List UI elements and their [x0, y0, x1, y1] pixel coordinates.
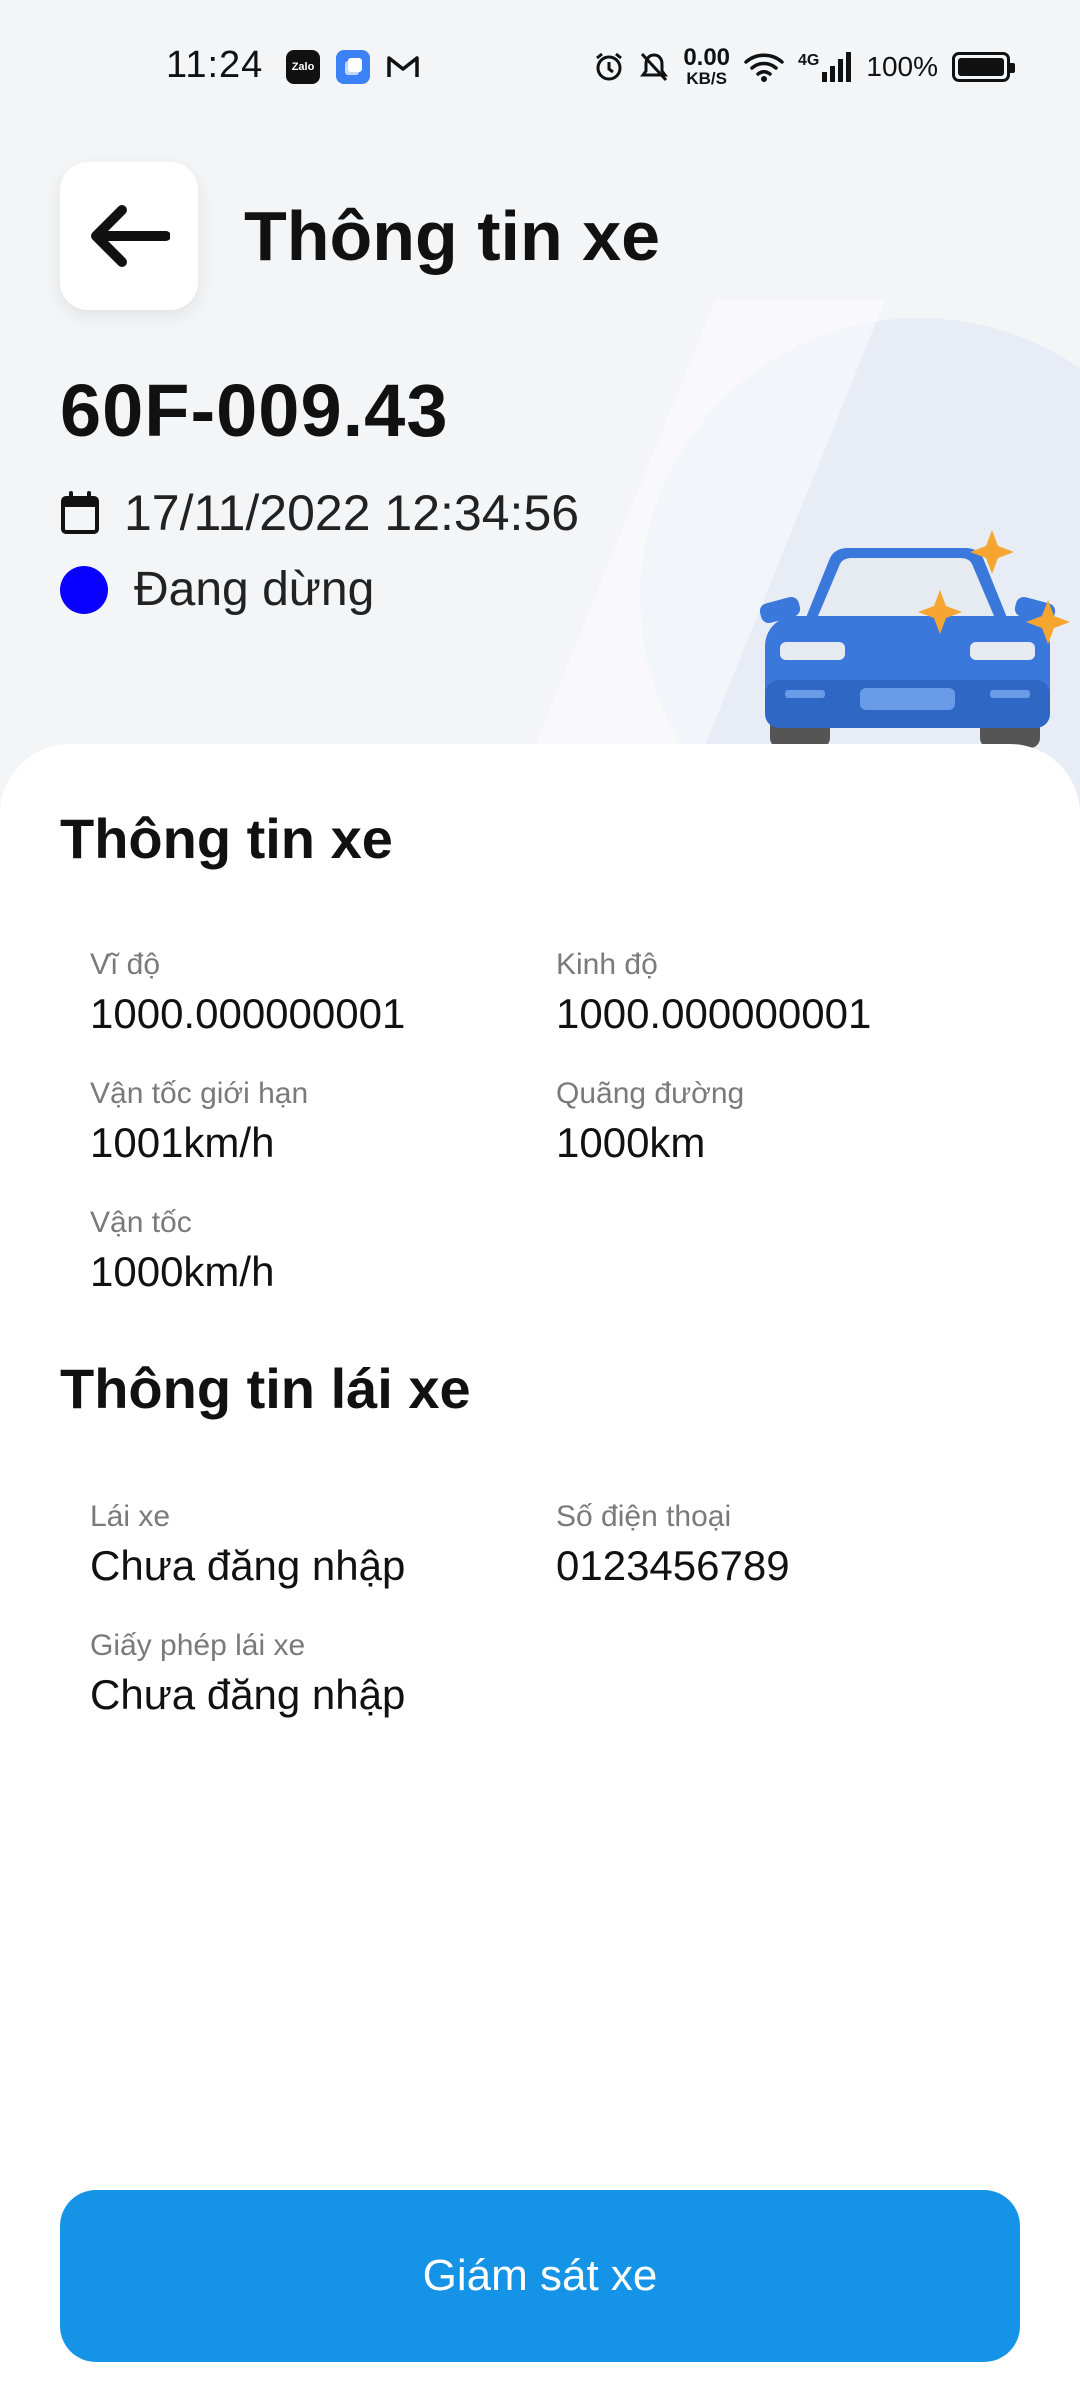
- license-field: Giấy phép lái xe Chưa đăng nhập: [90, 1629, 405, 1719]
- notification-icons: Zalo: [286, 50, 420, 84]
- driver-label: Lái xe: [90, 1500, 171, 1533]
- cellular-signal: 4G: [798, 51, 852, 82]
- back-button[interactable]: [60, 162, 198, 310]
- calendar-icon: [61, 491, 99, 534]
- distance-label: Quãng đường: [556, 1077, 745, 1110]
- network-type: 4G: [798, 51, 820, 69]
- status-dot: [60, 565, 108, 614]
- vehicle-info-title: Thông tin xe: [60, 807, 393, 870]
- battery-percent: 100%: [866, 50, 938, 82]
- signal-bars-icon: [822, 51, 852, 82]
- vehicle-status-row: Đang dừng: [60, 562, 374, 617]
- datetime-row: 17/11/2022 12:34:56: [60, 484, 579, 542]
- vehicle-status: Đang dừng: [134, 563, 375, 616]
- vehicle-info-screen: 11:24 Zalo 0.00 KB/S 4G 100% Thông tin x…: [0, 0, 1080, 2400]
- license-plate: 60F-009.43: [60, 369, 449, 452]
- license-label: Giấy phép lái xe: [90, 1629, 306, 1662]
- status-bar: 11:24 Zalo 0.00 KB/S 4G 100%: [0, 0, 1080, 130]
- longitude-value: 1000.000000001: [556, 990, 872, 1037]
- page-title: Thông tin xe: [244, 197, 661, 275]
- speed-label: Vận tốc: [90, 1206, 192, 1239]
- speed-limit-value: 1001km/h: [90, 1119, 275, 1166]
- speed-field: Vận tốc 1000km/h: [90, 1206, 274, 1296]
- network-speed: 0.00 KB/S: [683, 44, 731, 88]
- speed-value: 1000km/h: [90, 1248, 275, 1295]
- arrow-left-icon: [91, 205, 170, 267]
- distance-value: 1000km: [556, 1119, 706, 1166]
- zalo-icon: Zalo: [286, 50, 320, 84]
- details-sheet: Thông tin xe Vĩ độ 1000.000000001 Kinh đ…: [0, 744, 1080, 2400]
- longitude-label: Kinh độ: [556, 948, 658, 981]
- speed-limit-label: Vận tốc giới hạn: [90, 1077, 309, 1110]
- phone-label: Số điện thoại: [556, 1500, 732, 1533]
- monitor-vehicle-button[interactable]: Giám sát xe: [60, 2190, 1020, 2362]
- phone-value: 0123456789: [556, 1542, 790, 1589]
- latitude-value: 1000.000000001: [90, 990, 406, 1037]
- gmail-icon: [386, 50, 420, 84]
- car-illustration: [760, 530, 1070, 748]
- license-value: Chưa đăng nhập: [90, 1671, 406, 1718]
- distance-field: Quãng đường 1000km: [556, 1077, 744, 1167]
- battery-icon: [952, 51, 1015, 82]
- latitude-field: Vĩ độ 1000.000000001: [90, 948, 405, 1038]
- bell-muted-icon: [640, 52, 669, 81]
- driver-value: Chưa đăng nhập: [90, 1542, 406, 1589]
- status-time: 11:24: [166, 44, 264, 86]
- driver-info-title: Thông tin lái xe: [60, 1357, 471, 1420]
- longitude-field: Kinh độ 1000.000000001: [556, 948, 871, 1038]
- speed-limit-field: Vận tốc giới hạn 1001km/h: [90, 1077, 308, 1167]
- driver-field: Lái xe Chưa đăng nhập: [90, 1500, 405, 1590]
- files-icon: [336, 50, 370, 84]
- latitude-label: Vĩ độ: [90, 948, 161, 981]
- alarm-icon: [596, 52, 623, 80]
- wifi-icon: [744, 53, 784, 82]
- phone-field: Số điện thoại 0123456789: [556, 1500, 790, 1590]
- system-indicators: 0.00 KB/S 4G 100%: [593, 44, 1015, 88]
- vehicle-datetime: 17/11/2022 12:34:56: [124, 485, 580, 541]
